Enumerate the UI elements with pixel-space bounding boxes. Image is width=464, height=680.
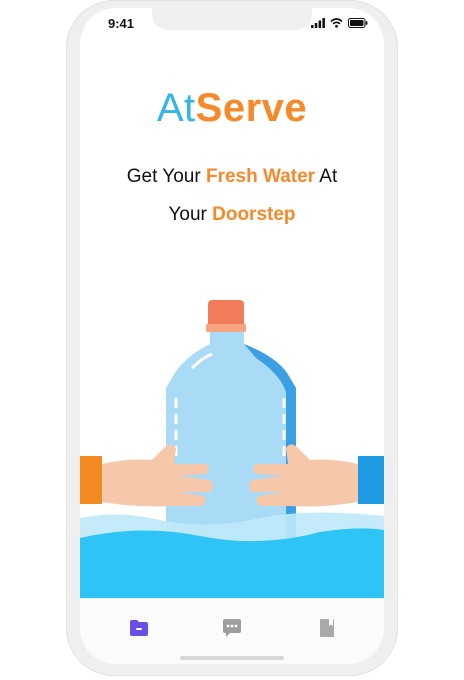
home-indicator[interactable] (180, 656, 284, 660)
app-screen: 9:41 AtServe Get Your Fresh Water At You… (80, 8, 384, 664)
status-icons (311, 18, 368, 28)
tagline-text: Get Your (126, 166, 206, 187)
tagline-line-2: Your Doorstep (80, 204, 384, 226)
water-bottle-illustration (80, 300, 384, 606)
brand-part-at: At (156, 86, 196, 130)
tagline-text: At (315, 166, 338, 187)
status-time: 9:41 (108, 16, 135, 31)
right-sleeve (358, 456, 384, 504)
tagline-highlight: Fresh Water (205, 166, 316, 187)
battery-icon (348, 18, 368, 28)
bottom-nav (80, 598, 384, 664)
chat-icon[interactable] (221, 617, 243, 639)
tagline-line-1: Get Your Fresh Water At (80, 166, 384, 188)
folder-icon[interactable] (128, 617, 150, 639)
phone-frame: 9:41 AtServe Get Your Fresh Water At You… (66, 0, 398, 676)
left-sleeve (80, 456, 102, 504)
book-icon[interactable] (316, 617, 338, 639)
signal-icon (311, 18, 325, 28)
brand-logo: AtServe (80, 86, 384, 131)
tagline-highlight: Doorstep (212, 204, 296, 225)
tagline-text: Your (168, 204, 213, 225)
water-waves (80, 512, 384, 606)
brand-part-serve: Serve (195, 86, 308, 130)
wifi-icon (330, 18, 343, 28)
notch (152, 8, 312, 30)
